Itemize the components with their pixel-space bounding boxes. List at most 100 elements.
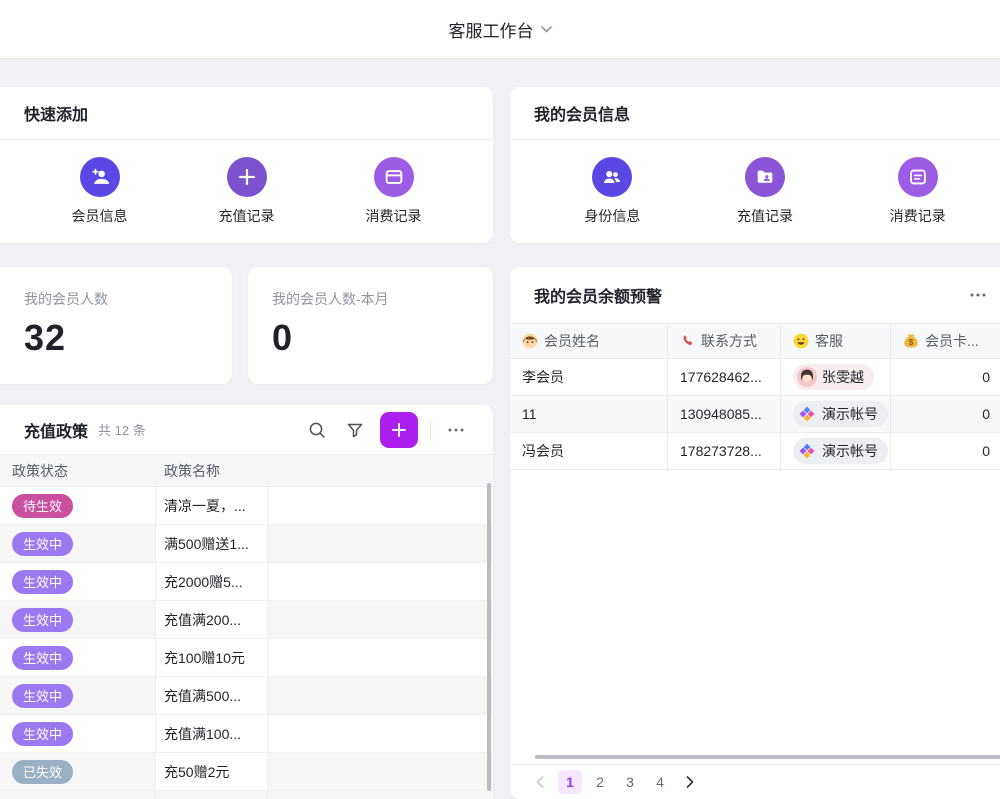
folder-user-icon — [745, 157, 785, 197]
stat-value: 32 — [24, 317, 208, 359]
empty-cell — [268, 715, 493, 752]
person-chip[interactable]: 张雯越 — [793, 364, 874, 390]
table-header-row: 会员姓名 联系方式 客服 $ 会员卡... — [510, 323, 1000, 359]
empty-cell — [268, 563, 493, 600]
quick-add-card: 快速添加 会员信息 充值记录 消费记录 — [0, 87, 493, 243]
status-cell: 生效中 — [0, 677, 156, 714]
empty-cell — [268, 677, 493, 714]
girl-avatar-icon — [797, 367, 817, 387]
status-cell: 生效中 — [0, 563, 156, 600]
table-row[interactable]: 生效中 充值满100... — [0, 715, 493, 753]
column-header-cs[interactable]: 客服 — [780, 324, 890, 358]
card-title: 快速添加 — [24, 101, 88, 125]
table-row[interactable]: 生效中 充100赠10元 — [0, 639, 493, 677]
plus-icon — [227, 157, 267, 197]
more-button[interactable] — [443, 417, 469, 443]
status-badge: 生效中 — [12, 684, 73, 708]
stat-label: 我的会员人数 — [24, 289, 208, 309]
column-header-policy-name[interactable]: 政策名称 — [156, 461, 268, 481]
icon-label: 消费记录 — [890, 206, 946, 226]
column-label: 客服 — [815, 331, 843, 351]
status-cell: 生效中 — [0, 639, 156, 676]
page-button-4[interactable]: 4 — [648, 770, 672, 794]
quick-add-recharge-record-button[interactable]: 充值记录 — [219, 157, 275, 226]
prev-page-button[interactable] — [528, 770, 552, 794]
more-button[interactable] — [970, 287, 988, 303]
page-button-3[interactable]: 3 — [618, 770, 642, 794]
smiley-icon — [793, 333, 809, 349]
horizontal-scrollbar[interactable] — [535, 755, 1000, 759]
member-info-actions: 身份信息 充值记录 消费记录 — [510, 140, 1000, 243]
card-header: 充值政策 共 12 条 — [0, 405, 493, 455]
chip-label: 张雯越 — [822, 367, 864, 387]
icon-label: 身份信息 — [584, 206, 640, 226]
status-badge: 生效中 — [12, 646, 73, 670]
identity-info-button[interactable]: 身份信息 — [584, 157, 640, 226]
table-row[interactable]: 11 130948085... 演示帐号 0 — [510, 396, 1000, 433]
record-count: 共 12 条 — [98, 420, 146, 439]
stat-card-members-month: 我的会员人数-本月 0 — [248, 267, 493, 384]
stat-card-members-total: 我的会员人数 32 — [0, 267, 232, 384]
status-badge: 生效中 — [12, 722, 73, 746]
empty-cell — [268, 601, 493, 638]
policy-name-cell: 充值满100... — [156, 715, 268, 752]
card-header: 我的会员信息 — [510, 87, 1000, 140]
recharge-policy-card: 充值政策 共 12 条 政策状态 政策名称 — [0, 405, 493, 799]
icon-label: 消费记录 — [366, 206, 422, 226]
table-row[interactable]: 生效中 充2000赠5... — [0, 563, 493, 601]
status-badge: 待生效 — [12, 494, 73, 518]
search-button[interactable] — [304, 417, 330, 443]
status-badge: 生效中 — [12, 532, 73, 556]
toolbar — [304, 412, 469, 448]
chip-label: 演示帐号 — [822, 404, 878, 424]
quick-add-member-info-button[interactable]: 会员信息 — [72, 157, 128, 226]
moneybag-icon: $ — [903, 333, 919, 349]
person-chip[interactable]: 演示帐号 — [793, 438, 888, 464]
vertical-scrollbar[interactable] — [487, 483, 491, 791]
person-chip[interactable]: 演示帐号 — [793, 401, 888, 427]
policy-name-cell: 充值满500... — [156, 677, 268, 714]
pagination: 1 2 3 4 — [528, 770, 702, 794]
empty-cell — [268, 525, 493, 562]
quick-add-consume-record-button[interactable]: 消费记录 — [366, 157, 422, 226]
column-label: 联系方式 — [701, 331, 757, 351]
table-row[interactable]: 已失效 充50赠2元 — [0, 753, 493, 791]
table-header-row: 政策状态 政策名称 — [0, 455, 493, 487]
page-title: 客服工作台 — [449, 17, 534, 42]
table-row[interactable]: 生效中 充值满500... — [0, 677, 493, 715]
search-icon — [308, 421, 326, 439]
table-row[interactable]: 生效中 满500赠送1... — [0, 525, 493, 563]
page-button-2[interactable]: 2 — [588, 770, 612, 794]
next-page-button[interactable] — [678, 770, 702, 794]
stat-value: 0 — [272, 317, 469, 359]
status-cell: 生效中 — [0, 601, 156, 638]
table-row[interactable]: 待生效 清凉一夏，... — [0, 487, 493, 525]
column-header-phone[interactable]: 联系方式 — [667, 324, 780, 358]
more-icon — [448, 428, 464, 432]
column-header-name[interactable]: 会员姓名 — [510, 324, 667, 358]
workspace-switcher[interactable]: 客服工作台 — [449, 17, 552, 42]
quick-add-actions: 会员信息 充值记录 消费记录 — [0, 140, 493, 243]
table-row[interactable]: 冯会员 178273728... 演示帐号 0 — [510, 433, 1000, 470]
add-record-button[interactable] — [380, 412, 418, 448]
column-header-card[interactable]: $ 会员卡... — [890, 324, 1000, 358]
policy-name-cell: 满500赠送1... — [156, 525, 268, 562]
policy-rows: 待生效 清凉一夏，... 生效中 满500赠送1... 生效中 充2000赠5.… — [0, 487, 493, 799]
policy-name-cell: 清凉一夏，... — [156, 487, 268, 524]
table-row[interactable]: 生效中 充值满200... — [0, 601, 493, 639]
empty-cell — [268, 639, 493, 676]
svg-text:$: $ — [909, 338, 914, 347]
column-header-status[interactable]: 政策状态 — [0, 461, 156, 481]
page-button-1[interactable]: 1 — [558, 770, 582, 794]
icon-label: 充值记录 — [737, 206, 793, 226]
balance-table: 会员姓名 联系方式 客服 $ 会员卡... 李会员 177628462... — [510, 323, 1000, 470]
demo-logo-icon — [797, 441, 817, 461]
table-row[interactable]: 李会员 177628462... 张雯越 0 — [510, 359, 1000, 396]
filter-button[interactable] — [342, 417, 368, 443]
balance-cell: 0 — [890, 433, 1000, 469]
filter-icon — [346, 421, 364, 439]
consume-record-button[interactable]: 消费记录 — [890, 157, 946, 226]
status-cell: 已失效 — [0, 753, 156, 790]
chevron-right-icon — [686, 776, 694, 788]
recharge-record-button[interactable]: 充值记录 — [737, 157, 793, 226]
